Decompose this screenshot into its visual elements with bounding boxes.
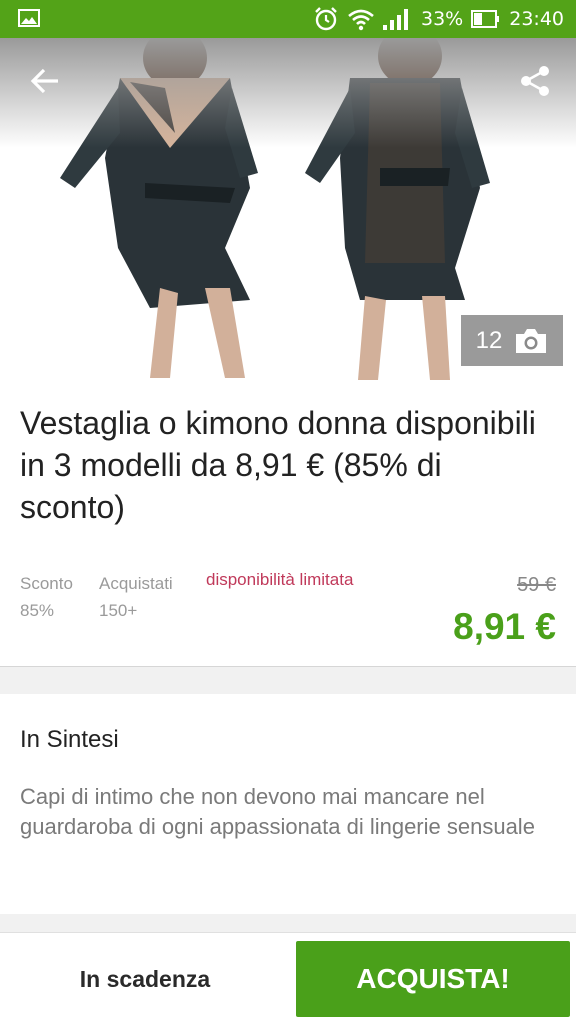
buy-button[interactable]: ACQUISTA!: [296, 941, 570, 1017]
wifi-icon: [348, 9, 374, 31]
back-arrow-icon[interactable]: [28, 64, 62, 98]
status-bar: 33% 23:40: [0, 0, 576, 38]
photo-count: 12: [475, 326, 503, 354]
battery-icon: [471, 10, 500, 28]
alarm-icon: [315, 7, 337, 31]
summary-text: Capi di intimo che non devono mai mancar…: [20, 784, 535, 839]
status-icons: 33% 23:40: [313, 0, 564, 38]
signal-icon: [383, 9, 408, 30]
summary-section: In Sintesi Capi di intimo che non devono…: [0, 694, 576, 914]
product-title: Vestaglia o kimono donna disponibili in …: [20, 405, 536, 525]
clock: 23:40: [509, 8, 564, 30]
discount-stat: Sconto 85%: [20, 570, 73, 624]
purchased-label: Acquistati: [99, 574, 173, 593]
old-price: 59 €: [517, 574, 556, 596]
photo-count-badge[interactable]: 12: [461, 315, 563, 366]
availability-label: disponibilità limitata: [206, 570, 354, 589]
battery-percentage: 33%: [421, 8, 464, 30]
product-info: Vestaglia o kimono donna disponibili in …: [0, 380, 576, 667]
bottom-action-bar: In scadenza ACQUISTA!: [0, 932, 576, 1025]
purchased-stat: Acquistati 150+: [99, 570, 173, 624]
expiring-button[interactable]: In scadenza: [0, 933, 290, 1025]
share-icon[interactable]: [518, 64, 552, 98]
discount-value: 85%: [20, 601, 55, 620]
purchased-value: 150+: [99, 601, 138, 620]
gallery-notification-icon: [18, 9, 40, 27]
discount-label: Sconto: [20, 574, 73, 593]
summary-heading: In Sintesi: [20, 726, 119, 753]
top-gradient: [0, 38, 576, 148]
camera-icon: [516, 328, 547, 353]
current-price: 8,91 €: [453, 606, 556, 647]
product-image-gallery[interactable]: 12: [0, 38, 576, 380]
